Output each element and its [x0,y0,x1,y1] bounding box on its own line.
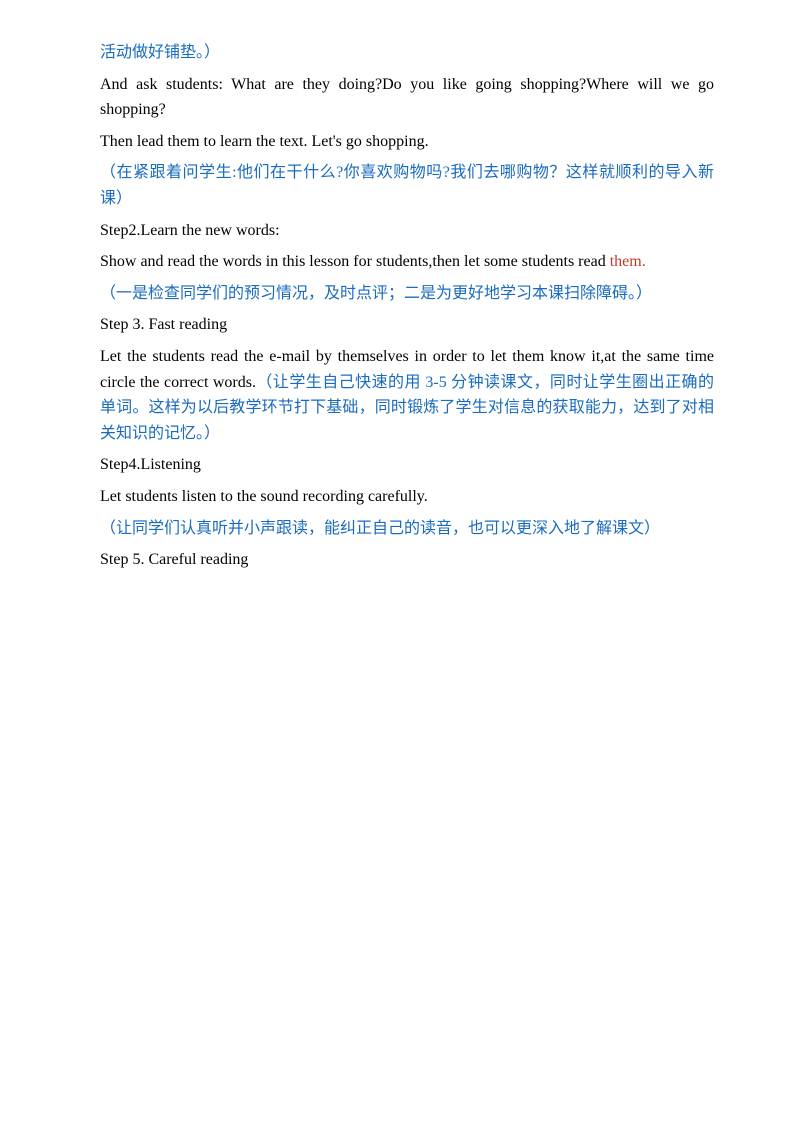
page-content: 活动做好铺垫。） And ask students: What are they… [100,40,714,573]
block-zh-intro: 活动做好铺垫。） [100,40,714,66]
block-en-listen: Let students listen to the sound recordi… [100,484,714,510]
block-en-step3: Step 3. Fast reading [100,312,714,338]
zh-text-2: （在紧跟着问学生:他们在干什么?你喜欢购物吗?我们去哪购物？这样就顺利的导入新课… [100,164,714,207]
block-zh-note1: （在紧跟着问学生:他们在干什么?你喜欢购物吗?我们去哪购物？这样就顺利的导入新课… [100,160,714,211]
block-en-step4: Step4.Listening [100,452,714,478]
block-zh-note3: （让同学们认真听并小声跟读，能纠正自己的读音，也可以更深入地了解课文） [100,516,714,542]
block-zh-note2: （一是检查同学们的预习情况，及时点评；二是为更好地学习本课扫除障碍。） [100,281,714,307]
block-en-ask: And ask students: What are they doing?Do… [100,72,714,123]
block-en-step5: Step 5. Careful reading [100,547,714,573]
block-en-zh-mixed: Let the students read the e-mail by them… [100,344,714,446]
en-text-them-highlight: them. [610,253,646,270]
zh-text-3: （一是检查同学们的预习情况，及时点评；二是为更好地学习本课扫除障碍。） [100,285,652,302]
block-en-step2: Step2.Learn the new words: [100,218,714,244]
en-text-show-before: Show and read the words in this lesson f… [100,253,610,270]
zh-text-4: （让同学们认真听并小声跟读，能纠正自己的读音，也可以更深入地了解课文） [100,520,660,537]
block-en-show: Show and read the words in this lesson f… [100,249,714,275]
block-en-lead: Then lead them to learn the text. Let's … [100,129,714,155]
zh-text-1: 活动做好铺垫。） [100,44,220,61]
